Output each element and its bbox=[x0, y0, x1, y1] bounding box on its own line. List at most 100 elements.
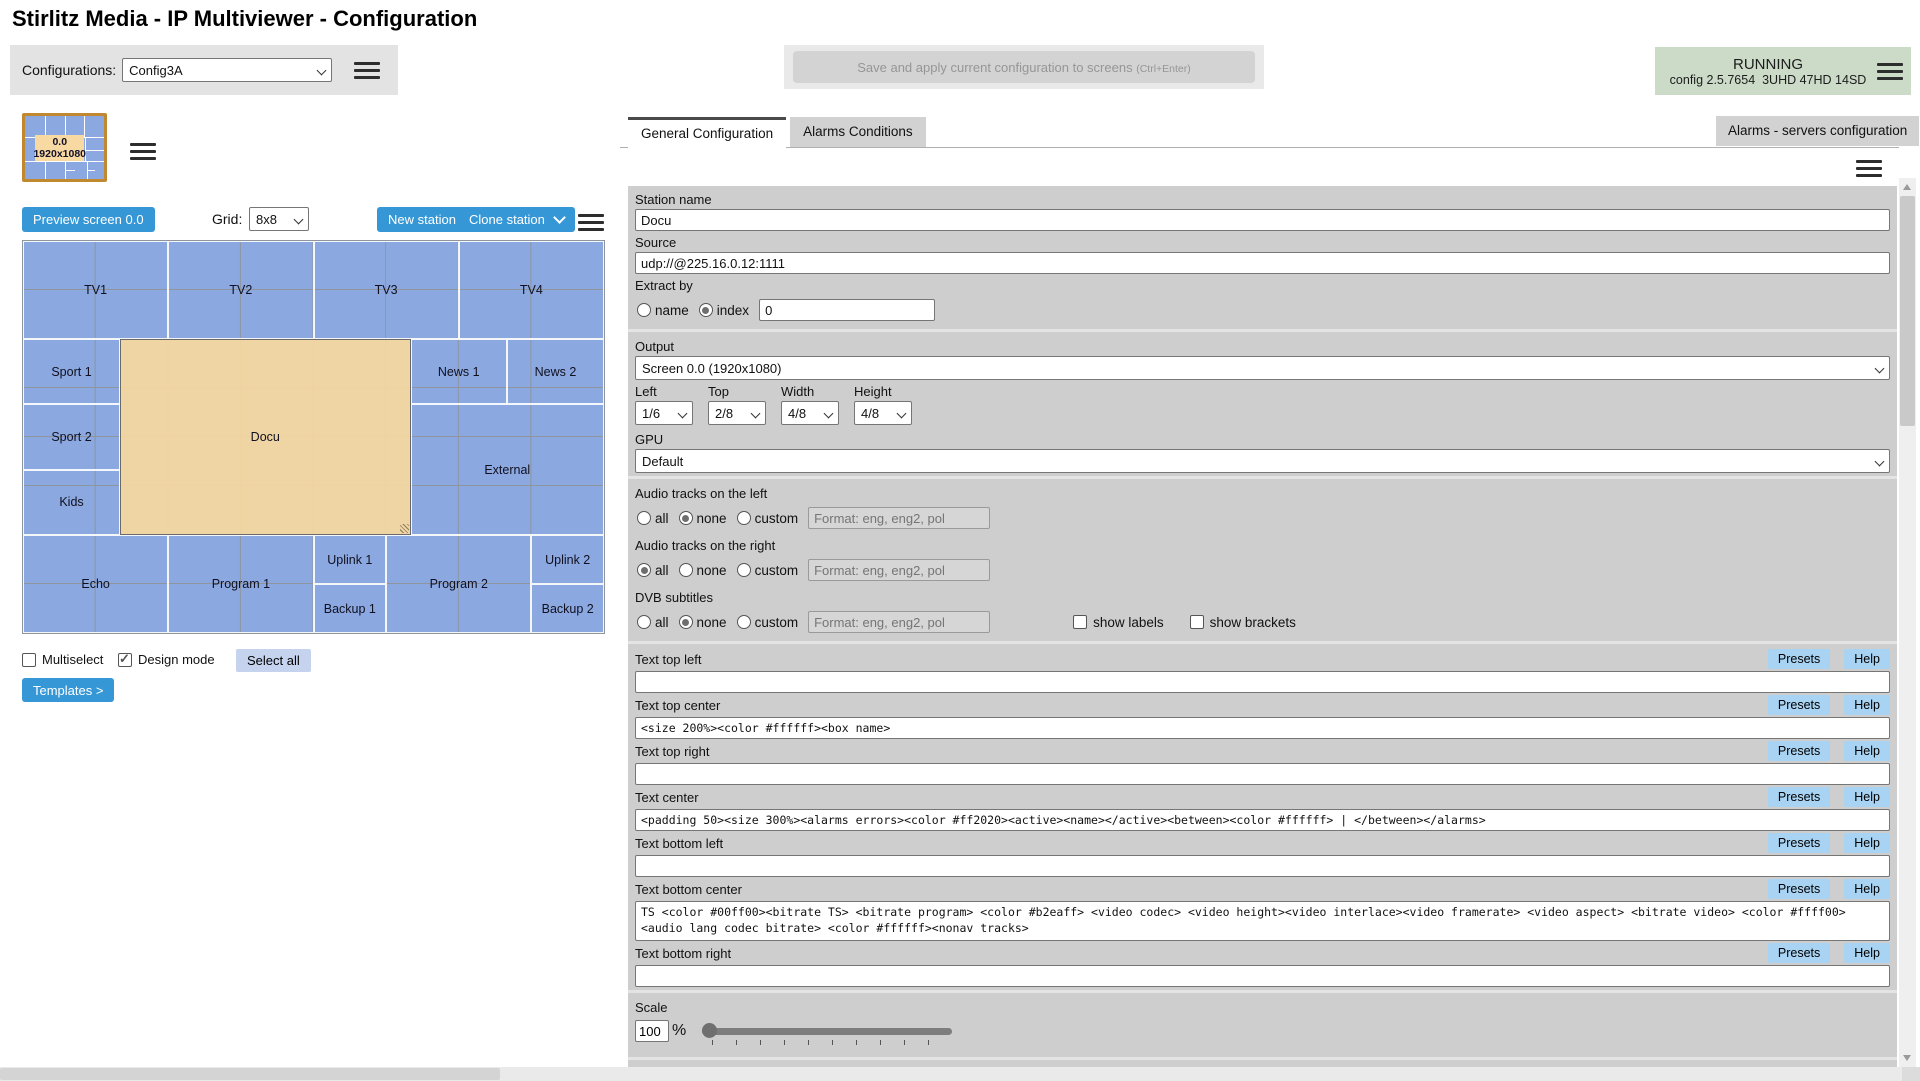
station-toolbar-menu-icon[interactable] bbox=[578, 210, 604, 235]
station-tv1[interactable]: TV1 bbox=[23, 241, 169, 339]
text-center-input[interactable] bbox=[635, 809, 1890, 831]
presets-button[interactable]: Presets bbox=[1767, 833, 1831, 853]
presets-button[interactable]: Presets bbox=[1767, 649, 1831, 669]
help-button[interactable]: Help bbox=[1844, 879, 1890, 899]
tab-general-configuration[interactable]: General Configuration bbox=[628, 117, 787, 148]
station-docu[interactable]: Docu bbox=[120, 339, 411, 535]
station-news-2[interactable]: News 2 bbox=[506, 339, 604, 405]
left-select[interactable]: 1/6 bbox=[635, 401, 693, 425]
help-button[interactable]: Help bbox=[1844, 833, 1890, 853]
presets-button[interactable]: Presets bbox=[1767, 695, 1831, 715]
station-news-1[interactable]: News 1 bbox=[410, 339, 507, 405]
slider-track[interactable] bbox=[702, 1028, 953, 1035]
help-button[interactable]: Help bbox=[1844, 787, 1890, 807]
show-brackets-checkbox[interactable] bbox=[1189, 615, 1204, 629]
station-sport-1[interactable]: Sport 1 bbox=[23, 339, 121, 405]
text-top-right-input[interactable] bbox=[635, 763, 1890, 785]
presets-button[interactable]: Presets bbox=[1767, 741, 1831, 761]
configurations-menu-icon[interactable] bbox=[354, 58, 381, 83]
design-mode-checkbox[interactable] bbox=[118, 651, 132, 667]
scale-slider[interactable] bbox=[702, 1023, 953, 1045]
station-program-1[interactable]: Program 1 bbox=[168, 535, 314, 633]
text-bottom-center-input[interactable]: TS <color #00ff00><bitrate TS> <bitrate … bbox=[635, 901, 1890, 941]
gpu-select[interactable]: Default bbox=[635, 449, 1890, 473]
audio-right-none-radio[interactable] bbox=[678, 563, 693, 577]
width-select[interactable]: 4/8 bbox=[781, 401, 839, 425]
configurations-select[interactable]: Config3A bbox=[122, 58, 333, 82]
slider-thumb[interactable] bbox=[702, 1023, 718, 1038]
templates-button[interactable]: Templates > bbox=[22, 678, 115, 702]
select-all-button[interactable]: Select all bbox=[236, 649, 311, 672]
extract-index-input[interactable] bbox=[759, 299, 936, 321]
scale-input[interactable] bbox=[635, 1020, 669, 1042]
status-menu-icon[interactable] bbox=[1877, 59, 1903, 84]
station-backup-1[interactable]: Backup 1 bbox=[313, 584, 387, 633]
design-mode-option[interactable]: Design mode bbox=[118, 651, 215, 667]
help-button[interactable]: Help bbox=[1844, 649, 1890, 669]
station-tv4[interactable]: TV4 bbox=[458, 241, 604, 339]
help-button[interactable]: Help bbox=[1844, 943, 1890, 963]
show-labels-checkbox[interactable] bbox=[1073, 615, 1088, 629]
audio-right-custom-radio[interactable] bbox=[736, 563, 751, 577]
scroll-down-icon[interactable] bbox=[1903, 1055, 1911, 1061]
dvb-custom-radio[interactable] bbox=[736, 615, 751, 629]
station-uplink-1[interactable]: Uplink 1 bbox=[313, 535, 387, 584]
horizontal-scrollbar[interactable] bbox=[0, 1067, 1920, 1081]
station-tv2[interactable]: TV2 bbox=[168, 241, 314, 339]
alarms-servers-configuration-button[interactable]: Alarms - servers configuration bbox=[1716, 116, 1920, 146]
audio-left-none-radio[interactable] bbox=[678, 511, 693, 525]
height-select[interactable]: 4/8 bbox=[854, 401, 912, 425]
screen-thumbnail[interactable]: 0.0 1920x1080 bbox=[22, 113, 107, 182]
source-input[interactable] bbox=[635, 252, 1890, 274]
audio-left-all-radio[interactable] bbox=[637, 511, 651, 525]
station-program-2[interactable]: Program 2 bbox=[386, 535, 532, 633]
grid-size-select[interactable]: 8x8 bbox=[249, 207, 309, 231]
text-top-center-input[interactable] bbox=[635, 717, 1890, 739]
dvb-all-radio[interactable] bbox=[637, 615, 651, 629]
chevron-down-icon bbox=[293, 214, 304, 225]
text-top-left-input[interactable] bbox=[635, 671, 1890, 693]
help-button[interactable]: Help bbox=[1844, 741, 1890, 761]
text-bottom-right-input[interactable] bbox=[635, 965, 1890, 987]
station-grid[interactable]: TV1 TV2 TV3 TV4 Sport 1 Sport 2 Kids News 1 News… bbox=[22, 240, 605, 634]
help-button[interactable]: Help bbox=[1844, 695, 1890, 715]
extract-by-name-radio[interactable] bbox=[637, 303, 651, 317]
audio-left-custom-radio[interactable] bbox=[736, 511, 751, 525]
right-panel-scrollbar[interactable] bbox=[1899, 178, 1916, 1067]
station-echo[interactable]: Echo bbox=[23, 535, 169, 633]
multiselect-checkbox[interactable] bbox=[22, 652, 36, 667]
resize-handle-icon[interactable] bbox=[399, 524, 409, 533]
presets-button[interactable]: Presets bbox=[1767, 787, 1831, 807]
preview-screen-button[interactable]: Preview screen 0.0 bbox=[22, 207, 155, 232]
station-label: News 2 bbox=[534, 364, 577, 379]
thumb-line bbox=[86, 170, 96, 172]
station-name-input[interactable] bbox=[635, 209, 1890, 231]
scrollbar-thumb[interactable] bbox=[1900, 196, 1915, 426]
top-select[interactable]: 2/8 bbox=[708, 401, 766, 425]
save-apply-button[interactable]: Save and apply current configuration to … bbox=[793, 51, 1255, 83]
presets-button[interactable]: Presets bbox=[1767, 879, 1831, 899]
scroll-up-icon[interactable] bbox=[1903, 184, 1911, 190]
station-kids[interactable]: Kids bbox=[23, 469, 121, 535]
clone-station-button[interactable]: Clone station bbox=[458, 207, 575, 232]
new-station-button[interactable]: New station bbox=[377, 207, 467, 232]
output-label: Output bbox=[635, 339, 675, 354]
thumbnail-menu-icon[interactable] bbox=[130, 139, 156, 164]
presets-button[interactable]: Presets bbox=[1767, 943, 1831, 963]
station-sport-2[interactable]: Sport 2 bbox=[23, 404, 121, 470]
station-backup-2[interactable]: Backup 2 bbox=[531, 584, 604, 633]
text-bottom-left-input[interactable] bbox=[635, 855, 1890, 877]
extract-by-index-radio[interactable] bbox=[698, 303, 713, 317]
panel-menu-icon[interactable] bbox=[1856, 156, 1882, 181]
station-external[interactable]: External bbox=[410, 404, 604, 535]
audio-right-all-radio[interactable] bbox=[637, 563, 651, 577]
multiselect-option[interactable]: Multiselect bbox=[22, 652, 103, 667]
dvb-none-radio[interactable] bbox=[678, 615, 693, 629]
save-apply-shortcut: (Ctrl+Enter) bbox=[1136, 62, 1191, 75]
scrollbar-thumb[interactable] bbox=[0, 1068, 500, 1080]
station-tv3[interactable]: TV3 bbox=[313, 241, 459, 339]
station-uplink-2[interactable]: Uplink 2 bbox=[531, 535, 604, 584]
audio-right-group: Audio tracks on the right all none custo… bbox=[635, 534, 1890, 586]
tab-alarms-conditions[interactable]: Alarms Conditions bbox=[790, 117, 926, 147]
output-select[interactable]: Screen 0.0 (1920x1080) bbox=[635, 356, 1890, 380]
